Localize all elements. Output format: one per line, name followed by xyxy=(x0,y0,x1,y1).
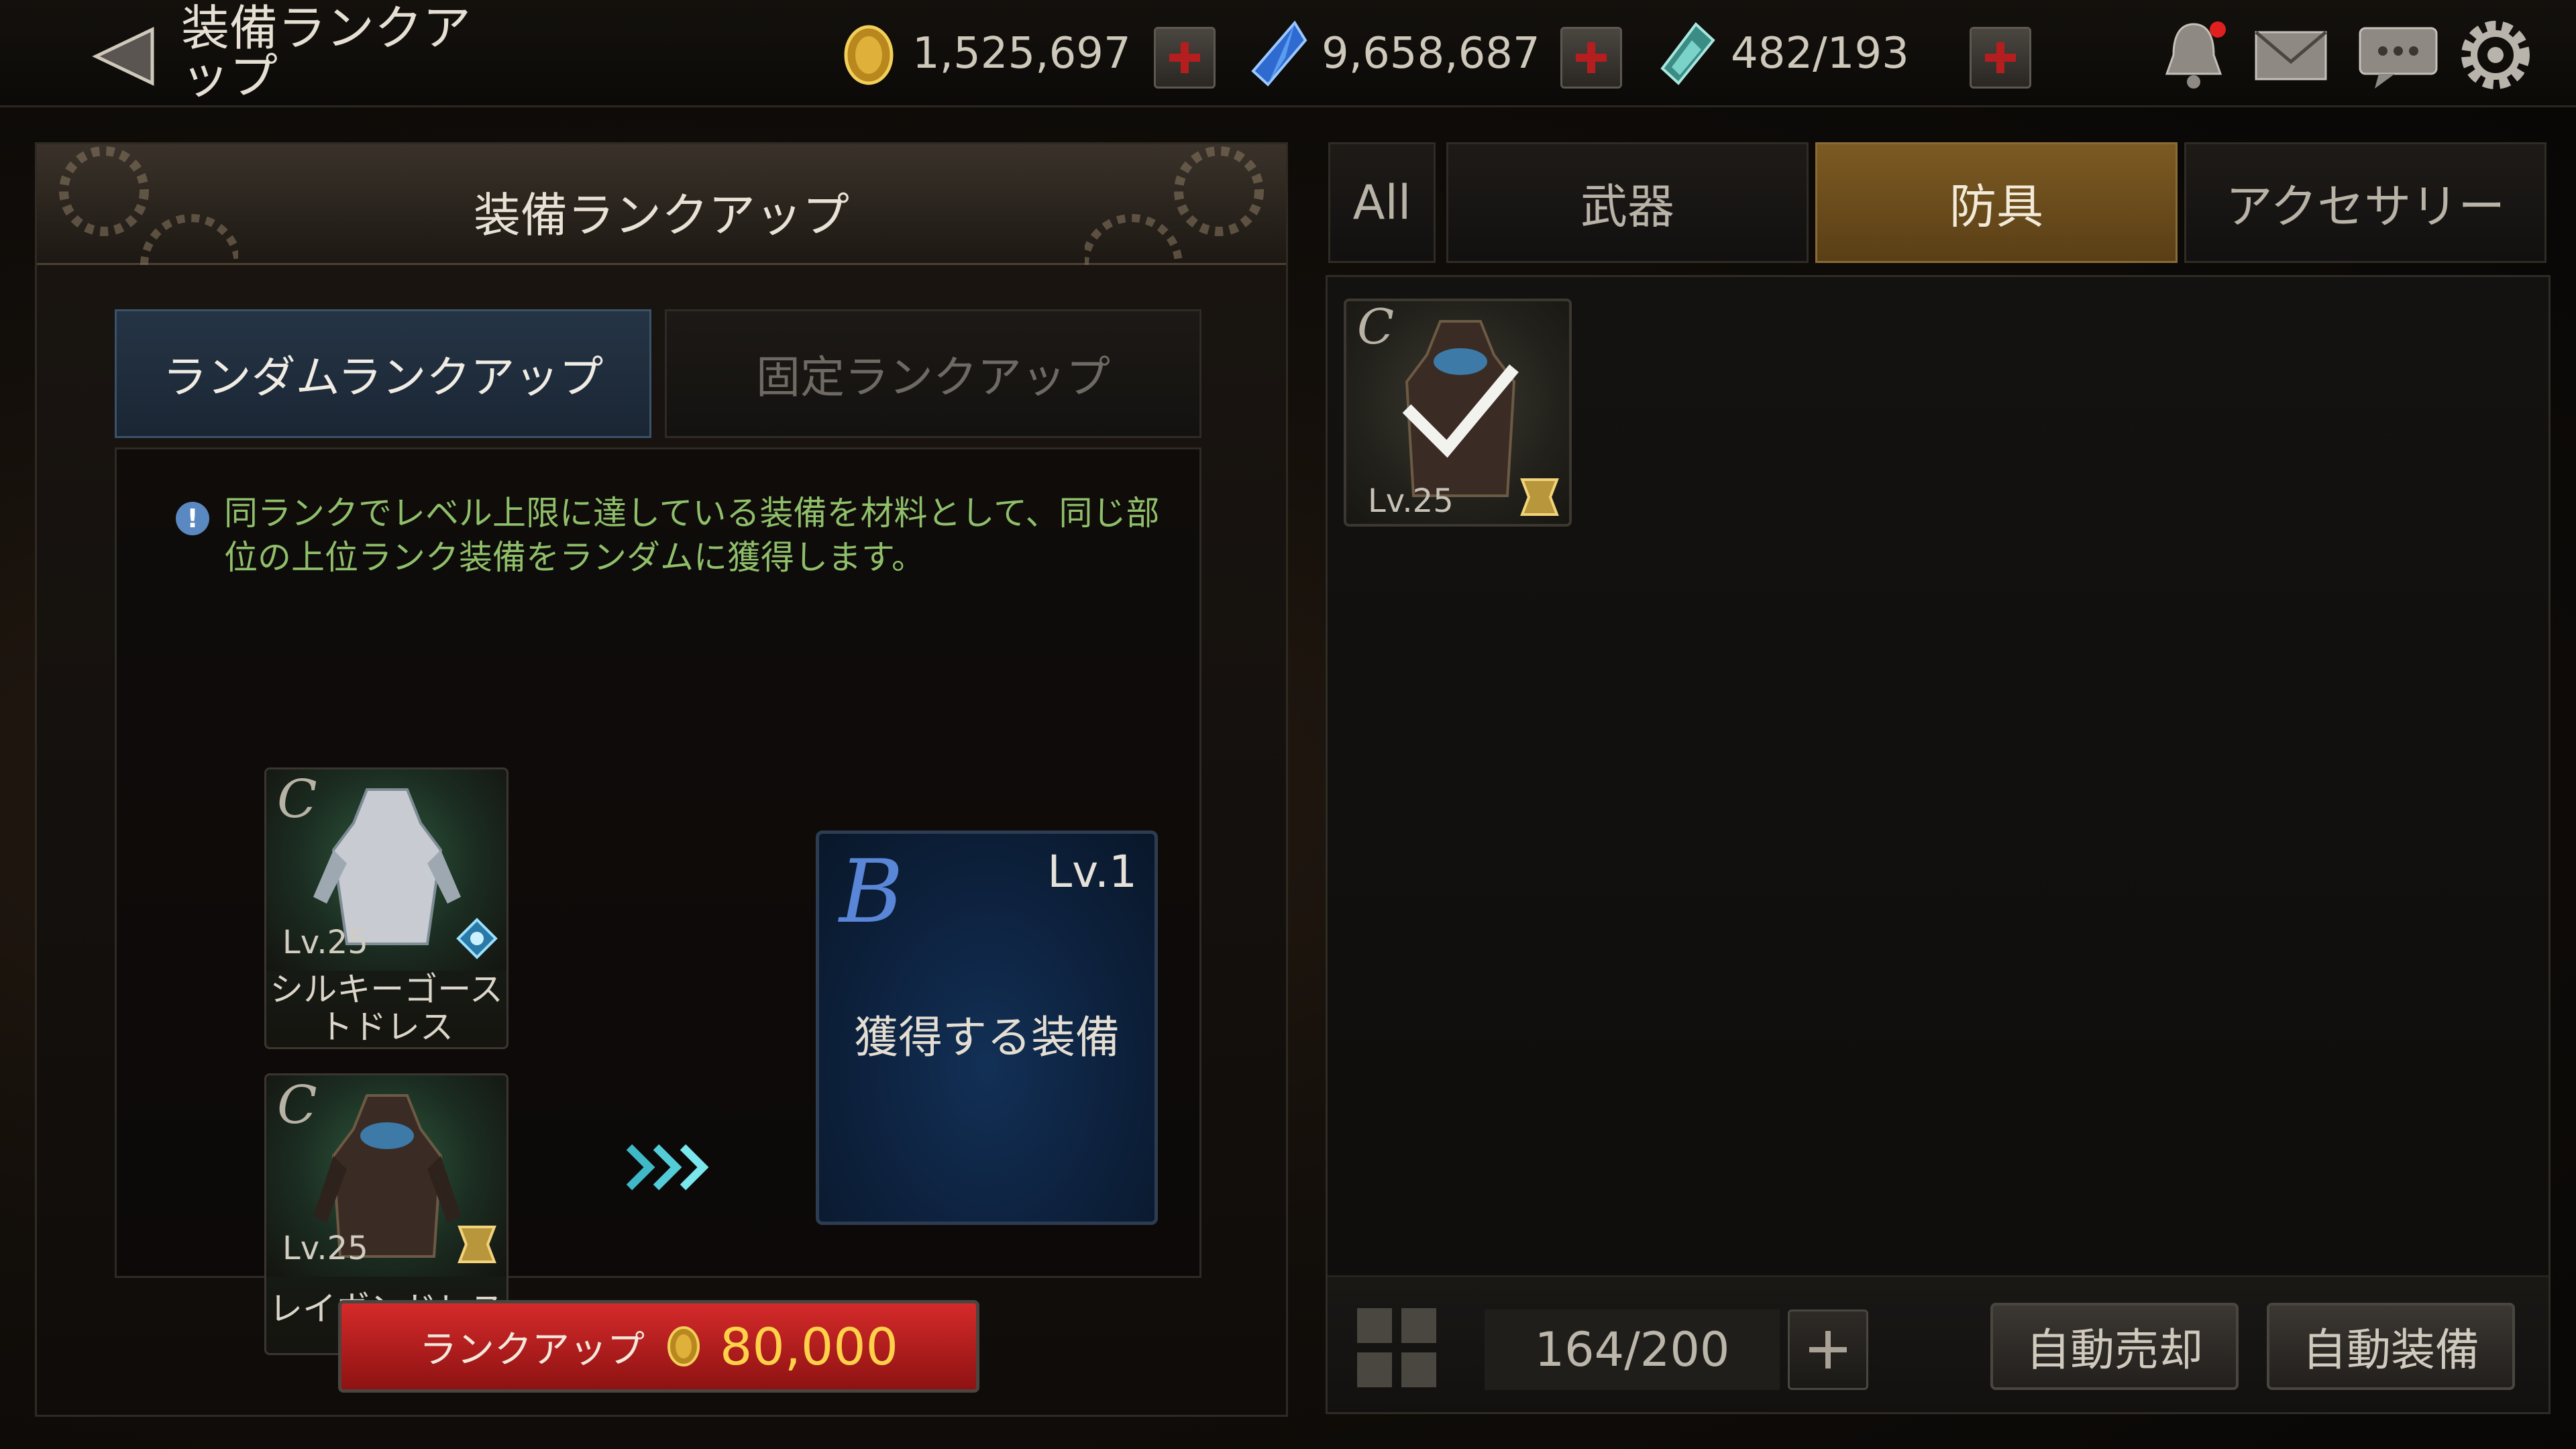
add-stamina-button[interactable] xyxy=(1970,27,2031,89)
rankup-label: ランクアップ xyxy=(419,1328,645,1372)
inventory-count: 164/200 xyxy=(1485,1309,1780,1390)
ice-element-icon xyxy=(456,918,498,959)
gold-coin-icon xyxy=(844,25,894,85)
add-crystal-button[interactable] xyxy=(1560,27,1622,89)
tab-accessory[interactable]: アクセサリー xyxy=(2184,142,2546,263)
gold-counter: 1,525,697 xyxy=(839,19,1131,89)
result-equipment-slot: B Lv.1 獲得する装備 xyxy=(816,830,1158,1225)
top-bar: 装備ランクアップ 1,525,697 9,658,687 482/193 xyxy=(0,0,2576,107)
crystal-counter: 9,658,687 xyxy=(1248,19,1540,89)
notification-bell-icon[interactable] xyxy=(2153,15,2234,95)
tab-random-rankup[interactable]: ランダムランクアップ xyxy=(115,309,651,438)
tab-all[interactable]: All xyxy=(1328,142,1436,263)
add-gold-button[interactable] xyxy=(1154,27,1216,89)
panel-title: 装備ランクアップ xyxy=(474,188,849,243)
auto-equip-button[interactable]: 自動装備 xyxy=(2267,1303,2515,1390)
stamina-counter: 482/193 xyxy=(1657,19,1909,89)
inventory-bottom-bar: 164/200 自動売却 自動装備 xyxy=(1328,1275,2548,1412)
info-text: 同ランクでレベル上限に達している装備を材料として、同じ部位の上位ランク装備をラン… xyxy=(224,494,1160,577)
level-label: Lv.25 xyxy=(282,924,368,961)
result-level-label: Lv.1 xyxy=(1047,846,1137,898)
page-title: 装備ランクアップ xyxy=(181,0,472,105)
rankup-cost: 80,000 xyxy=(720,1316,898,1377)
stamina-vial-icon xyxy=(1660,22,1715,85)
material-name: シルキーゴーストドレス xyxy=(270,970,503,1046)
inventory-grid: C Lv.25 164/200 自動売却 自動装備 xyxy=(1326,275,2551,1414)
stamina-value: 482/193 xyxy=(1731,29,1909,78)
result-label: 獲得する装備 xyxy=(854,1012,1120,1063)
tab-fixed-rankup[interactable]: 固定ランクアップ xyxy=(665,309,1201,438)
check-mark-icon xyxy=(1402,364,1519,458)
rankup-content: ! 同ランクでレベル上限に達している装備を材料として、同じ部位の上位ランク装備を… xyxy=(115,447,1201,1355)
tab-weapon[interactable]: 武器 xyxy=(1446,142,1809,263)
panel-header: 装備ランクアップ xyxy=(37,144,1286,265)
dark-element-icon xyxy=(1520,478,1559,516)
crystal-icon xyxy=(1251,20,1307,87)
settings-gear-icon[interactable] xyxy=(2455,15,2536,95)
rankup-button[interactable]: ランクアップ 80,000 xyxy=(338,1300,979,1393)
result-grade-label: B xyxy=(839,841,904,943)
gold-value: 1,525,697 xyxy=(912,29,1131,78)
inventory-item[interactable]: C Lv.25 xyxy=(1344,299,1572,527)
grade-label: C xyxy=(277,1075,317,1136)
material-slot-1[interactable]: C Lv.25 シルキーゴーストドレス xyxy=(264,767,508,1049)
auto-sell-button[interactable]: 自動売却 xyxy=(1990,1303,2239,1390)
grid-view-icon[interactable] xyxy=(1354,1305,1439,1390)
expand-inventory-button[interactable] xyxy=(1788,1309,1868,1390)
crystal-value: 9,658,687 xyxy=(1322,29,1540,78)
dark-element-icon xyxy=(458,1226,496,1263)
level-label: Lv.25 xyxy=(1368,482,1454,520)
chat-icon[interactable] xyxy=(2355,15,2442,95)
grade-label: C xyxy=(1357,299,1395,355)
level-label: Lv.25 xyxy=(282,1230,368,1267)
rankup-panel: 装備ランクアップ ランダムランクアップ 固定ランクアップ ! 同ランクでレベル上… xyxy=(35,142,1288,1417)
back-arrow-icon[interactable] xyxy=(91,25,158,87)
tab-armor[interactable]: 防具 xyxy=(1815,142,2178,263)
gold-coin-icon xyxy=(667,1326,700,1366)
info-icon: ! xyxy=(176,502,209,535)
mail-icon[interactable] xyxy=(2251,15,2331,95)
grade-label: C xyxy=(277,769,317,830)
triple-arrow-icon xyxy=(626,1144,709,1191)
screen: 装備ランクアップ 1,525,697 9,658,687 482/193 装備ラ… xyxy=(0,0,2576,1449)
